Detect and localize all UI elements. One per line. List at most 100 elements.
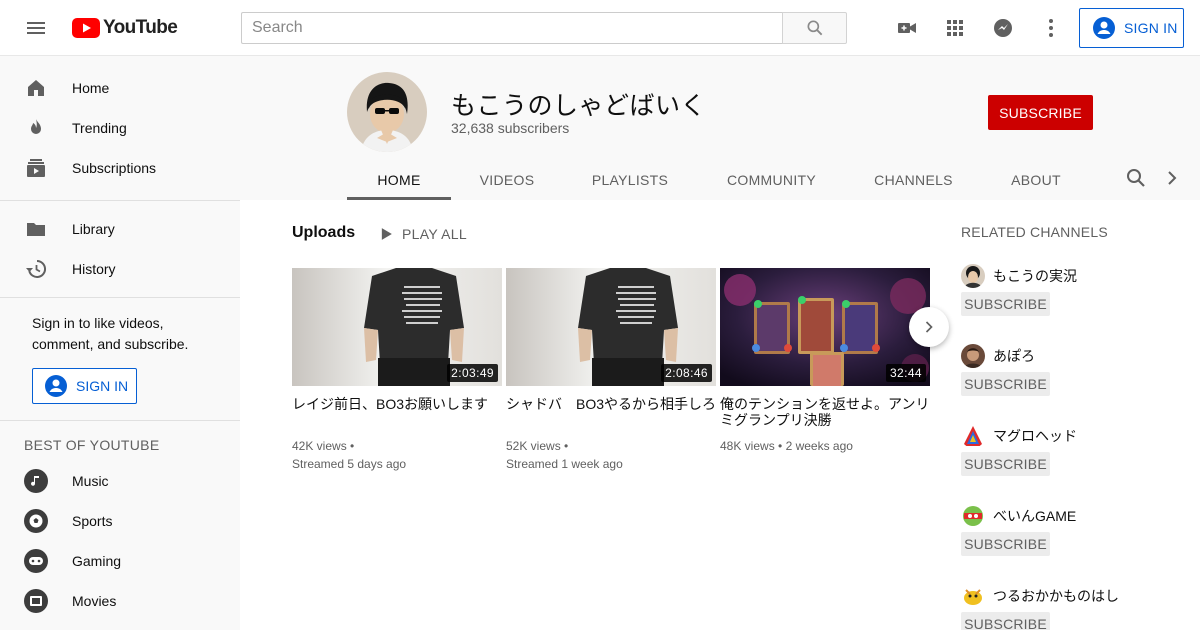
- sidebar-item-library[interactable]: Library: [0, 209, 240, 249]
- sidebar-item-label: Home: [72, 80, 110, 96]
- account-icon: [1093, 17, 1115, 39]
- related-channels-heading: RELATED CHANNELS: [961, 224, 1108, 240]
- channel-name: もこうのしゃどばいく: [451, 92, 707, 120]
- video-card[interactable]: 2:03:49 レイジ前日、BO3お願いします 42K views • Stre…: [292, 268, 502, 473]
- sign-in-button[interactable]: SIGN IN: [1079, 8, 1184, 48]
- related-channel-name[interactable]: マグロヘッド: [993, 426, 1077, 446]
- sign-in-prompt: Sign in to like videos, comment, and sub…: [32, 315, 189, 352]
- more-options-icon[interactable]: [1039, 16, 1063, 40]
- related-channel-name[interactable]: べいんGAME: [993, 506, 1076, 526]
- home-icon: [24, 76, 48, 100]
- video-card[interactable]: 2:08:46 シャドバ BO3やるから相手しろ 52K views • Str…: [506, 268, 716, 473]
- video-title[interactable]: 俺のテンションを返せよ。アンリミグランプリ決勝: [720, 396, 930, 428]
- uploads-heading[interactable]: Uploads: [292, 224, 355, 242]
- sidebar-sign-in-button[interactable]: SIGN IN: [32, 368, 137, 404]
- related-channel-name[interactable]: あぽろ: [993, 346, 1035, 366]
- related-subscribe-button[interactable]: SUBSCRIBE: [961, 612, 1050, 630]
- subscriber-count: 32,638 subscribers: [451, 120, 570, 136]
- video-title[interactable]: シャドバ BO3やるから相手しろ: [506, 396, 716, 428]
- subscribe-button[interactable]: SUBSCRIBE: [988, 95, 1093, 130]
- play-all-label: PLAY ALL: [402, 226, 467, 242]
- search-icon: [807, 20, 822, 36]
- video-metadata: 42K views • Streamed 5 days ago: [292, 437, 502, 473]
- sidebar-item-label: Trending: [72, 120, 127, 136]
- sidebar-item-label: Subscriptions: [72, 160, 157, 176]
- tab-playlists[interactable]: PLAYLISTS: [580, 160, 680, 200]
- top-bar: YouTube Search SIGN IN: [0, 0, 1200, 56]
- play-icon: [381, 228, 392, 240]
- related-subscribe-button[interactable]: SUBSCRIBE: [961, 372, 1050, 396]
- tab-community[interactable]: COMMUNITY: [718, 160, 825, 200]
- related-subscribe-button[interactable]: SUBSCRIBE: [961, 532, 1050, 556]
- related-channel-name[interactable]: もこうの実況: [993, 266, 1077, 286]
- related-channel-avatar[interactable]: [961, 264, 985, 288]
- channel-avatar[interactable]: [347, 72, 427, 152]
- related-channel-avatar[interactable]: [961, 344, 985, 368]
- sidebar-item-gaming[interactable]: Gaming: [0, 541, 240, 581]
- related-channel-item: もこうの実況 SUBSCRIBE: [961, 264, 1191, 324]
- sidebar-item-trending[interactable]: Trending: [0, 108, 240, 148]
- video-age: Streamed 5 days ago: [292, 457, 407, 471]
- tab-home[interactable]: HOME: [347, 160, 451, 200]
- search-button[interactable]: [782, 12, 847, 44]
- video-views: 42K views: [292, 439, 347, 453]
- history-icon: [24, 257, 48, 281]
- video-card[interactable]: 32:44 俺のテンションを返せよ。アンリミグランプリ決勝 48K views …: [720, 268, 930, 455]
- channel-search-icon[interactable]: [1124, 166, 1148, 190]
- sidebar-item-home[interactable]: Home: [0, 68, 240, 108]
- video-thumbnail[interactable]: 32:44: [720, 268, 930, 386]
- sports-icon: [24, 509, 48, 533]
- sidebar-item-movies[interactable]: Movies: [0, 581, 240, 621]
- related-subscribe-button[interactable]: SUBSCRIBE: [961, 452, 1050, 476]
- apps-grid-icon[interactable]: [943, 16, 967, 40]
- music-icon: [24, 469, 48, 493]
- gaming-icon: [24, 549, 48, 573]
- related-channel-item: べいんGAME SUBSCRIBE: [961, 504, 1191, 564]
- video-title[interactable]: レイジ前日、BO3お願いします: [292, 396, 502, 428]
- tab-channels[interactable]: CHANNELS: [866, 160, 961, 200]
- sidebar-item-label: Library: [72, 221, 115, 237]
- sign-in-label: SIGN IN: [1124, 20, 1178, 36]
- sidebar-divider: [0, 200, 240, 201]
- menu-icon[interactable]: [24, 16, 48, 40]
- sidebar-item-sports[interactable]: Sports: [0, 501, 240, 541]
- sidebar-item-label: History: [72, 261, 116, 277]
- logo-text: YouTube: [103, 17, 178, 38]
- sidebar-divider: [0, 420, 240, 421]
- sign-in-label: SIGN IN: [76, 378, 129, 394]
- related-channel-name[interactable]: つるおかかものはし: [993, 586, 1119, 606]
- subscriptions-icon: [24, 156, 48, 180]
- sidebar: Home Trending Subscriptions Library Hist…: [0, 56, 240, 630]
- related-subscribe-button[interactable]: SUBSCRIBE: [961, 292, 1050, 316]
- tabs-next-chevron-icon[interactable]: [1160, 166, 1184, 190]
- messages-icon[interactable]: [991, 16, 1015, 40]
- related-channel-item: つるおかかものはし SUBSCRIBE: [961, 584, 1191, 630]
- shelf-next-button[interactable]: [909, 307, 949, 347]
- folder-icon: [24, 217, 48, 241]
- tab-videos[interactable]: VIDEOS: [467, 160, 547, 200]
- sidebar-item-label: Sports: [72, 513, 113, 529]
- related-channel-avatar[interactable]: [961, 424, 985, 448]
- video-age: Streamed 1 week ago: [506, 457, 623, 471]
- search-input[interactable]: Search: [241, 12, 783, 44]
- youtube-logo[interactable]: YouTube: [72, 17, 178, 39]
- related-channel-avatar[interactable]: [961, 504, 985, 528]
- video-duration: 2:03:49: [447, 364, 498, 382]
- play-all-button[interactable]: PLAY ALL: [376, 222, 467, 246]
- best-of-youtube-heading: BEST OF YOUTUBE: [24, 437, 160, 453]
- sidebar-item-subscriptions[interactable]: Subscriptions: [0, 148, 240, 188]
- video-views: 52K views: [506, 439, 561, 453]
- video-thumbnail[interactable]: 2:08:46: [506, 268, 716, 386]
- sidebar-item-label: Movies: [72, 593, 117, 609]
- related-channel-item: あぽろ SUBSCRIBE: [961, 344, 1191, 404]
- create-video-icon[interactable]: [895, 16, 919, 40]
- search-placeholder: Search: [252, 19, 303, 36]
- video-metadata: 52K views • Streamed 1 week ago: [506, 437, 716, 473]
- sidebar-item-label: Music: [72, 473, 109, 489]
- sidebar-item-history[interactable]: History: [0, 249, 240, 289]
- sidebar-item-music[interactable]: Music: [0, 461, 240, 501]
- tab-about[interactable]: ABOUT: [1002, 160, 1070, 200]
- video-thumbnail[interactable]: 2:03:49: [292, 268, 502, 386]
- youtube-play-logo-icon: [72, 18, 100, 38]
- related-channel-avatar[interactable]: [961, 584, 985, 608]
